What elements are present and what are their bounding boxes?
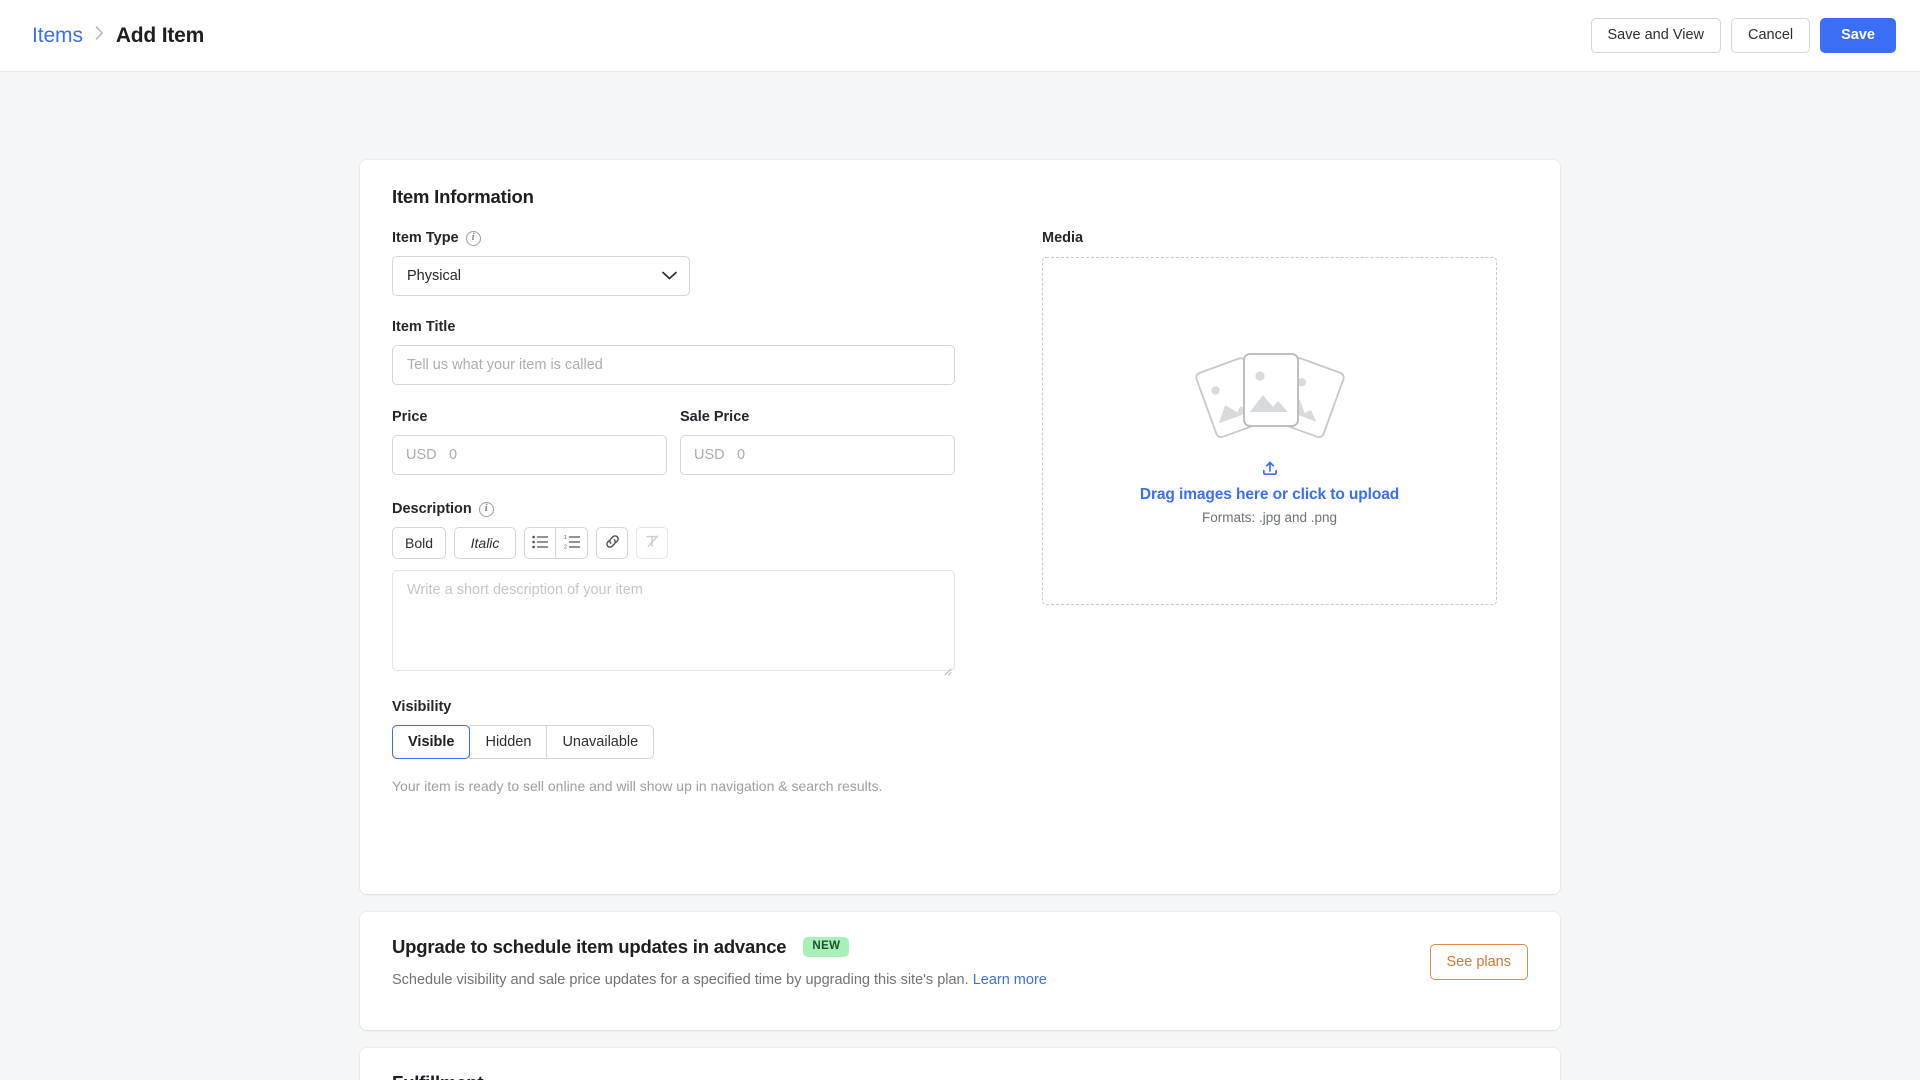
- numbered-list-icon: 1 2: [564, 535, 580, 552]
- media-dropzone[interactable]: Drag images here or click to upload Form…: [1042, 257, 1497, 605]
- status-badge: NEW: [803, 937, 850, 957]
- see-plans-button[interactable]: See plans: [1429, 944, 1528, 980]
- sale-price-input-wrapper: USD: [680, 435, 955, 475]
- price-field: Price USD: [392, 409, 667, 475]
- upgrade-title-row: Upgrade to schedule item updates in adva…: [392, 936, 850, 958]
- info-icon[interactable]: i: [465, 230, 481, 246]
- svg-text:1: 1: [564, 535, 567, 541]
- description-textarea-wrapper: [392, 570, 955, 676]
- visibility-option-hidden[interactable]: Hidden: [469, 725, 548, 759]
- media-upload-cta[interactable]: Drag images here or click to upload: [1140, 486, 1399, 504]
- bulleted-list-icon-button[interactable]: [524, 527, 557, 559]
- item-information-left-column: Item Type i Physical Item Title Tell us …: [392, 230, 1042, 794]
- clear-formatting-icon: [644, 533, 661, 553]
- price-row: Price USD Sale Price USD: [392, 409, 1042, 475]
- sale-price-input[interactable]: [680, 435, 955, 475]
- media-column: Media Drag images here or click to uploa…: [1042, 230, 1497, 605]
- page-body: Item Information Item Type i Physical It…: [0, 72, 1920, 1080]
- item-type-label: Item Type i: [392, 230, 1042, 246]
- item-type-selected-value: Physical: [407, 268, 461, 284]
- upgrade-title: Upgrade to schedule item updates in adva…: [392, 936, 787, 957]
- sale-price-label-text: Sale Price: [680, 409, 750, 425]
- svg-text:2: 2: [564, 544, 567, 548]
- page-title: Add Item: [115, 23, 205, 47]
- price-input[interactable]: [392, 435, 667, 475]
- upgrade-description-row: Schedule visibility and sale price updat…: [392, 972, 1047, 988]
- learn-more-link[interactable]: Learn more: [973, 972, 1047, 988]
- description-label-text: Description: [392, 501, 472, 517]
- image-stack-illustration: [1185, 338, 1355, 453]
- upgrade-description: Schedule visibility and sale price updat…: [392, 972, 969, 988]
- visibility-segmented-control: Visible Hidden Unavailable: [392, 725, 655, 759]
- item-type-select[interactable]: Physical: [392, 256, 690, 296]
- cancel-button[interactable]: Cancel: [1730, 18, 1811, 53]
- item-type-select-wrapper: Physical: [392, 256, 690, 296]
- sale-price-label: Sale Price: [680, 409, 955, 425]
- visibility-label: Visibility: [392, 699, 1042, 715]
- bulleted-list-icon: [532, 535, 549, 552]
- item-title-input[interactable]: [392, 345, 955, 385]
- chevron-right-icon: [95, 25, 104, 44]
- item-information-title: Item Information: [392, 186, 534, 207]
- item-information-card: Item Information Item Type i Physical It…: [360, 160, 1560, 894]
- description-textarea[interactable]: [392, 570, 955, 671]
- link-icon: [604, 533, 621, 553]
- breadcrumb-items-link[interactable]: Items: [32, 24, 83, 48]
- fulfillment-card: Fulfillment How will your shoppers be re…: [360, 1048, 1560, 1080]
- visibility-helper-text: Your item is ready to sell online and wi…: [392, 778, 883, 794]
- price-label: Price: [392, 409, 667, 425]
- sale-price-field: Sale Price USD: [680, 409, 955, 475]
- upgrade-banner-card: Upgrade to schedule item updates in adva…: [360, 912, 1560, 1030]
- media-formats-text: Formats: .jpg and .png: [1201, 509, 1338, 525]
- numbered-list-icon-button[interactable]: 1 2: [556, 527, 589, 559]
- clear-formatting-icon-button[interactable]: [636, 527, 669, 559]
- fulfillment-title: Fulfillment: [392, 1072, 484, 1080]
- price-input-wrapper: USD: [392, 435, 667, 475]
- save-button[interactable]: Save: [1820, 18, 1896, 53]
- top-bar-actions: Save and View Cancel Save: [1590, 18, 1896, 53]
- top-bar: Items Add Item Save and View Cancel Save: [0, 0, 1920, 72]
- breadcrumb: Items Add Item: [32, 24, 204, 48]
- info-icon[interactable]: i: [478, 501, 494, 517]
- visibility-label-text: Visibility: [392, 699, 452, 715]
- visibility-option-visible[interactable]: Visible: [392, 725, 471, 759]
- link-icon-button[interactable]: [596, 527, 629, 559]
- save-and-view-button[interactable]: Save and View: [1590, 18, 1721, 53]
- media-label-text: Media: [1042, 230, 1084, 246]
- item-title-label: Item Title: [392, 319, 1042, 335]
- price-label-text: Price: [392, 409, 428, 425]
- visibility-option-unavailable[interactable]: Unavailable: [546, 725, 655, 759]
- media-label: Media: [1042, 230, 1497, 246]
- bold-button[interactable]: Bold: [392, 527, 447, 559]
- upload-icon: [1261, 459, 1279, 477]
- description-editor-toolbar: Bold Italic 1 2: [392, 527, 1042, 559]
- description-label: Description i: [392, 501, 1042, 517]
- italic-button[interactable]: Italic: [454, 527, 517, 559]
- item-type-label-text: Item Type: [392, 230, 459, 246]
- item-title-label-text: Item Title: [392, 319, 456, 335]
